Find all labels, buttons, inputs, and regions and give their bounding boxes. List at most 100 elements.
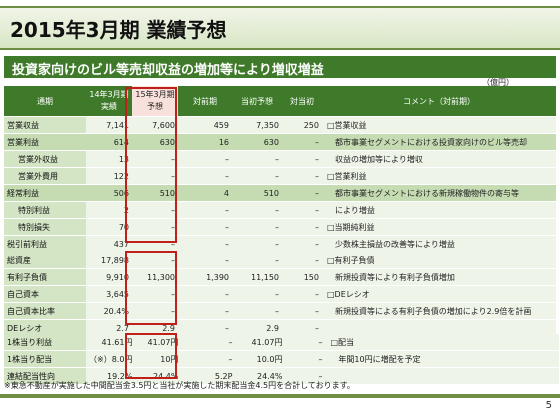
cell-initial: – [232,201,282,219]
header-comment: コメント（対前期） [322,86,556,117]
table-row: 特別利益 2– – – – により増益 [4,201,556,219]
table-row: 営業収益 7,141 7,600 459 7,350 250 □営業収益 [4,116,556,134]
table-row: 自己資本比率 20.4% – – – – 新規投資等による有利子負債の増加により2.9倍を… [4,302,556,320]
cell-yoy: 1,390 [178,268,232,286]
cell-vs-initial: – [285,334,326,351]
cell-yoy: 4 [178,184,232,202]
cell-vs-initial: – [282,252,322,269]
cell-vs-initial: – [282,133,322,151]
cell-fy14: 7,141 [86,116,132,134]
cell-comment: により増益 [322,201,556,219]
cell-fy14: 614 [86,133,132,151]
cell-initial: 10.0円 [235,350,286,368]
cell-yoy: 459 [178,116,232,134]
cell-fy14: 17,898 [86,252,132,269]
cell-yoy: – [178,302,232,320]
row-label: 総資産 [4,252,86,269]
table-row: 営業外収益 13– – – – 収益の増加等により増収 [4,150,556,168]
page-title: 2015年3月期 業績予想 [10,18,227,42]
cell-vs-initial: – [282,184,322,202]
row-label: 営業利益 [4,133,86,151]
row-label: 経常利益 [4,184,86,202]
cell-fy15: 7,600 [132,116,178,134]
cell-initial: – [232,252,282,269]
table-row: 営業外費用 122– – – – □営業利益 [4,167,556,185]
cell-fy15: 41.07円 [135,334,182,351]
cell-fy14: 122 [86,167,132,185]
cell-vs-initial: – [282,285,322,303]
table-row: 自己資本 3,645– – – – □DEレシオ [4,285,556,303]
cell-fy15: – [132,235,178,253]
cell-comment: □営業収益 [322,116,556,134]
cell-fy15: 630 [132,133,178,151]
cell-vs-initial: – [282,235,322,253]
row-label: 営業外収益 [4,150,86,168]
header-fy15: 15年3月期 予想 [132,86,178,117]
bs-table: 総資産 17,898– – – – □有利子負債 有利子負債 9,910 11,300 1,390… [4,252,556,337]
cell-yoy: – [178,218,232,236]
cell-yoy: – [178,167,232,185]
cell-fy14: 2 [86,201,132,219]
header-vs-initial: 対当初 [282,86,322,117]
cell-initial: – [232,235,282,253]
cell-vs-initial: 250 [282,116,322,134]
cell-fy14: 9,910 [86,268,132,286]
table-row: 1株当り利益 41.61円 41.07円 –41.07円 – □配当 [4,334,560,351]
cell-initial: – [232,218,282,236]
bottom-bar [0,394,560,398]
cell-comment [325,367,560,385]
cell-comment: 新規投資等により有利子負債増加 [322,268,556,286]
cell-fy15: – [132,201,178,219]
title-band: 2015年3月期 業績予想 [0,6,560,50]
pl-table: 通期 14年3月期 実績 15年3月期 予想 対前期 当初予想 対当初 コメント… [4,86,556,270]
footnote: ※東急不動産が実施した中間配当金3.5円と当社が実施した期末配当金4.5円を合計… [4,381,355,390]
cell-fy14: 20.4% [86,302,132,320]
cell-initial: 630 [232,133,282,151]
dividend-table: 1株当り利益 41.61円 41.07円 –41.07円 – □配当 1株当り配当 （※）8.… [4,334,560,385]
cell-fy14: 13 [86,150,132,168]
cell-initial: – [232,302,282,320]
table-row: 営業利益 614 630 16 630– 都市事業セグメントにおける投資家向けのビル等売… [4,133,556,151]
cell-fy14: （※）8.0円 [86,350,136,368]
cell-yoy: – [181,334,236,351]
cell-comment: □営業利益 [322,167,556,185]
cell-yoy: – [178,201,232,219]
cell-initial: 7,350 [232,116,282,134]
table-row: 税引前利益 437– – – – 少数株主損益の改善等により増益 [4,235,556,253]
cell-fy15: – [132,302,178,320]
cell-fy15: 11,300 [132,268,178,286]
row-label: 営業外費用 [4,167,86,185]
cell-vs-initial: – [282,150,322,168]
cell-comment: 少数株主損益の改善等により増益 [322,235,556,253]
header-label: 通期 [4,86,86,117]
cell-initial: 11,150 [232,268,282,286]
cell-fy15: – [132,218,178,236]
header-initial: 当初予想 [232,86,282,117]
cell-fy15: 510 [132,184,178,202]
header-yoy: 対前期 [178,86,232,117]
cell-comment: 収益の増加等により増収 [322,150,556,168]
cell-yoy: – [178,252,232,269]
cell-fy14: 506 [86,184,132,202]
cell-comment: 新規投資等による有利子負債の増加により2.9倍を計画 [322,302,556,320]
cell-initial: 41.07円 [235,334,286,351]
cell-comment: □当期純利益 [322,218,556,236]
cell-comment: □DEレシオ [322,285,556,303]
cell-vs-initial: – [282,201,322,219]
cell-fy15: – [132,285,178,303]
cell-fy15: – [132,252,178,269]
cell-yoy: – [178,285,232,303]
table-row: 特別損失 70– – – – □当期純利益 [4,218,556,236]
table-header-row: 通期 14年3月期 実績 15年3月期 予想 対前期 当初予想 対当初 コメント… [4,86,556,117]
cell-vs-initial: – [282,302,322,320]
row-label: 1株当り利益 [4,334,86,351]
row-label: 1株当り配当 [4,350,86,368]
cell-initial: – [232,285,282,303]
page-number: 5 [545,400,552,411]
table-row: 1株当り配当 （※）8.0円 10円 –10.0円 – 年間10円に増配を予定 [4,350,560,368]
cell-fy14: 3,645 [86,285,132,303]
cell-vs-initial: – [282,218,322,236]
cell-fy14: 437 [86,235,132,253]
cell-fy15: – [132,167,178,185]
cell-yoy: 16 [178,133,232,151]
